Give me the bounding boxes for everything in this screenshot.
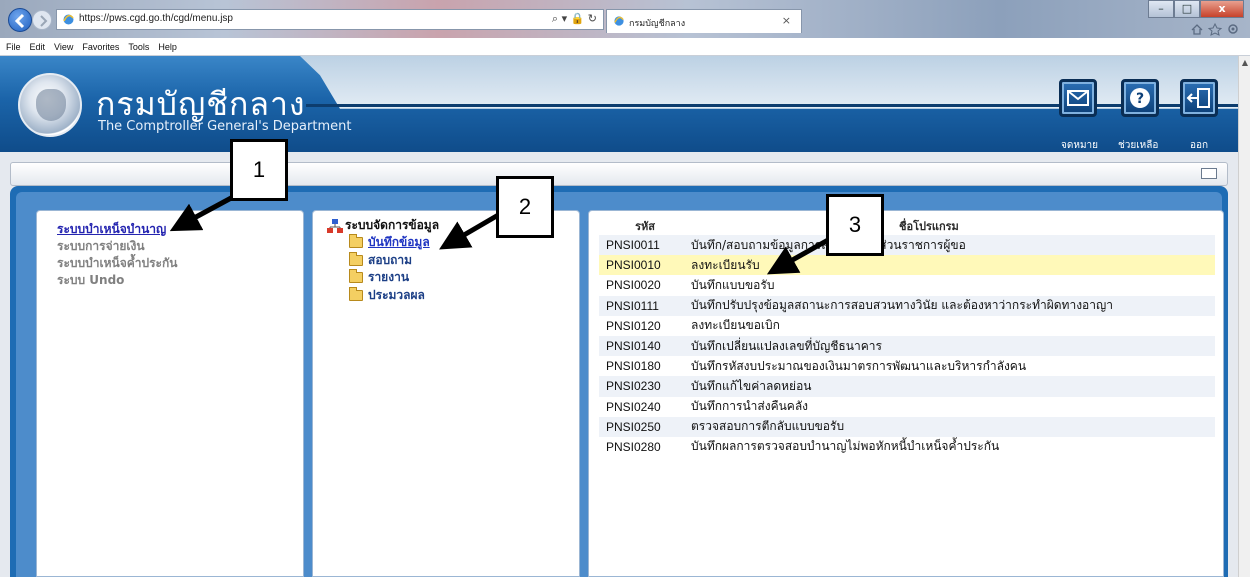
arrow-2	[439, 211, 502, 250]
arrow-1	[169, 194, 235, 232]
browser-window: https://pws.cgd.go.th/cgd/menu.jsp ⌕ ▾ 🔒…	[0, 0, 1250, 577]
callout-3: 3	[826, 194, 884, 256]
callout-2: 2	[496, 176, 554, 238]
annotation-arrows	[169, 194, 830, 275]
callout-1: 1	[230, 139, 288, 201]
arrow-3	[766, 237, 830, 275]
